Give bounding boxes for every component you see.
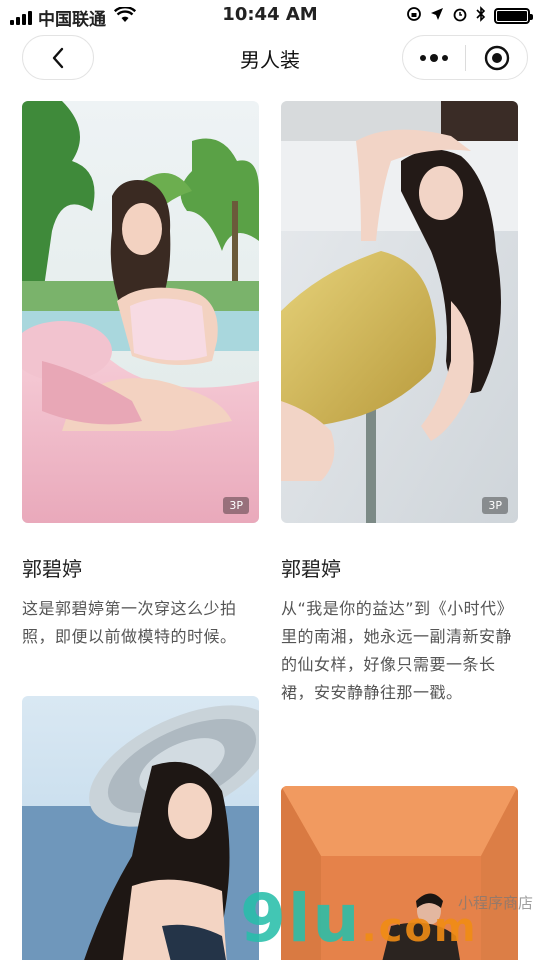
bluetooth-icon [476, 6, 486, 26]
article-card[interactable] [22, 696, 259, 960]
alarm-icon [452, 6, 468, 26]
mini-program-capsule [402, 35, 528, 80]
pool-photo-image [22, 101, 259, 523]
status-bar: 中国联通 10:44 AM [0, 0, 540, 30]
more-button[interactable] [403, 36, 465, 79]
article-card[interactable]: 3P 郭碧婷 这是郭碧婷第一次穿这么少拍照，即便以前做模特的时候。 [22, 101, 259, 651]
watermark-main: 9lu [240, 880, 362, 957]
sofa-photo-image [281, 101, 518, 523]
watermark-small-text: 小程序商店 [458, 894, 534, 912]
location-icon [430, 7, 444, 25]
nav-bar: 男人装 [0, 30, 540, 86]
orientation-lock-icon [406, 6, 422, 26]
target-close-icon [484, 45, 509, 70]
article-card[interactable]: 3P 郭碧婷 从“我是你的益达”到《小时代》里的南湘，她永远一副清新安静的仙女样… [281, 101, 518, 707]
battery-icon [494, 8, 533, 24]
article-photo[interactable]: 3P [22, 101, 259, 523]
card-title: 郭碧婷 [22, 557, 82, 581]
status-right [406, 6, 533, 26]
card-description: 从“我是你的益达”到《小时代》里的南湘，她永远一副清新安静的仙女样，好像只需要一… [281, 599, 514, 702]
article-photo[interactable]: 3P [281, 101, 518, 523]
photo-count-badge: 3P [223, 497, 249, 514]
article-photo[interactable] [22, 696, 259, 960]
photo-count-badge: 3P [482, 497, 508, 514]
close-mini-program-button[interactable] [466, 36, 527, 79]
card-description: 这是郭碧婷第一次穿这么少拍照，即便以前做模特的时候。 [22, 599, 237, 646]
site-watermark: 9lu.com [240, 880, 478, 957]
card-title: 郭碧婷 [281, 557, 341, 581]
beach-hat-photo-image [22, 696, 259, 960]
more-dots-icon [420, 53, 448, 62]
